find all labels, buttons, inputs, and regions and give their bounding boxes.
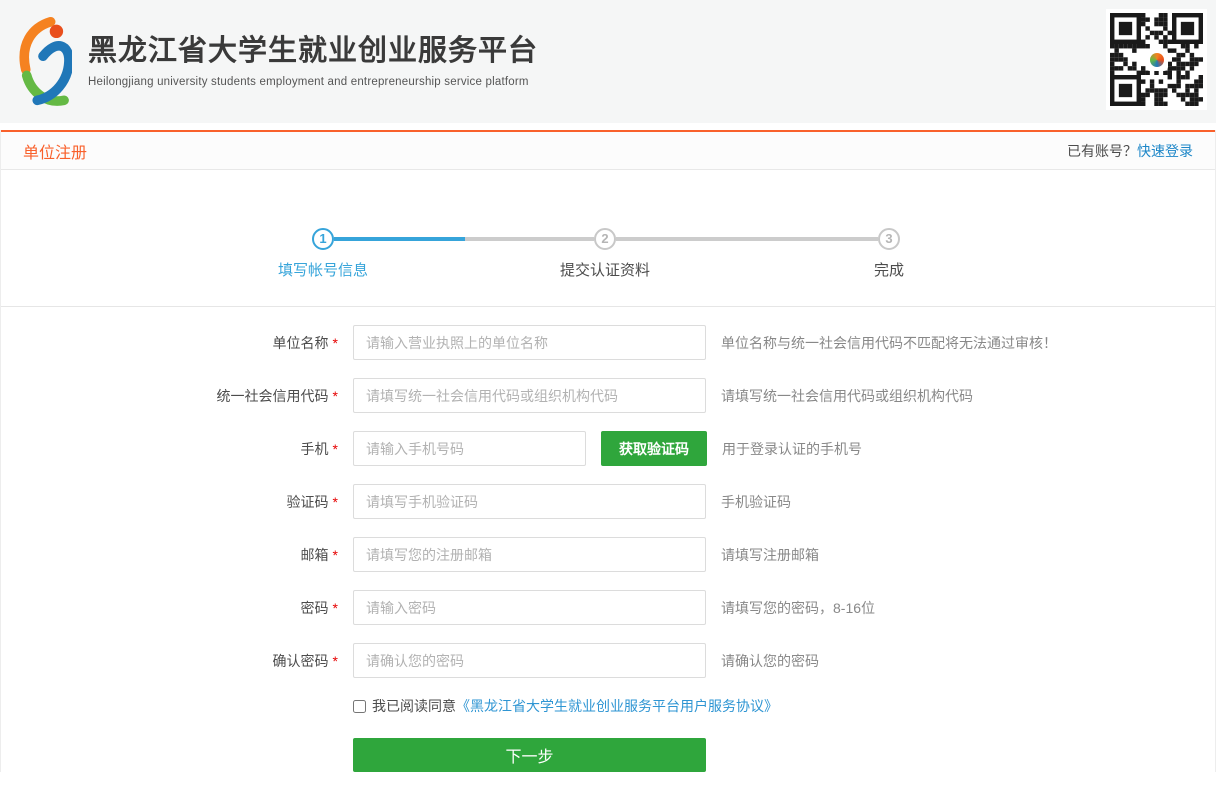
required-asterisk: * [333, 494, 338, 510]
step-2-circle: 2 [594, 228, 616, 250]
site-title: 黑龙江省大学生就业创业服务平台 [88, 35, 538, 68]
form-row-email: 邮箱* 请填写注册邮箱 [1, 537, 1215, 572]
field-hint: 手机验证码 [721, 492, 791, 512]
field-label: 邮箱* [1, 545, 338, 565]
field-hint: 请填写统一社会信用代码或组织机构代码 [721, 386, 973, 406]
have-account-text: 已有账号？ [1067, 143, 1137, 159]
main-content: 单位注册 已有账号？快速登录 1 填写帐号信息 2 提交认证资料 3 完成 [0, 130, 1216, 772]
company-name-input[interactable] [353, 325, 706, 360]
site-subtitle: Heilongjiang university students employm… [88, 76, 538, 88]
step-2-label: 提交认证资料 [525, 259, 685, 280]
step-indicator: 1 填写帐号信息 2 提交认证资料 3 完成 [1, 170, 1215, 307]
unit-registration-page: 黑龙江省大学生就业创业服务平台 Heilongjiang university … [0, 0, 1216, 797]
get-sms-code-button[interactable]: 获取验证码 [601, 431, 707, 466]
site-header: 黑龙江省大学生就业创业服务平台 Heilongjiang university … [0, 0, 1216, 123]
field-label: 手机* [1, 439, 338, 459]
agreement-link[interactable]: 《黑龙江省大学生就业创业服务平台用户服务协议》 [456, 696, 778, 716]
field-label: 密码* [1, 598, 338, 618]
field-label-text: 单位名称 [273, 335, 329, 351]
quick-login-link[interactable]: 快速登录 [1137, 143, 1193, 159]
agreement-text: 我已阅读同意 [372, 696, 456, 716]
login-area: 已有账号？快速登录 [1067, 141, 1193, 161]
registration-form: 单位名称* 单位名称与统一社会信用代码不匹配将无法通过审核！ 统一社会信用代码*… [1, 307, 1215, 772]
form-row-sms-code: 验证码* 手机验证码 [1, 484, 1215, 519]
field-hint: 请确认您的密码 [721, 651, 819, 671]
register-bar: 单位注册 已有账号？快速登录 [1, 130, 1215, 170]
sms-code-input[interactable] [353, 484, 706, 519]
form-row-company-name: 单位名称* 单位名称与统一社会信用代码不匹配将无法通过审核！ [1, 325, 1215, 360]
step-1-label: 填写帐号信息 [243, 259, 403, 280]
field-label-text: 验证码 [287, 494, 329, 510]
page-title: 单位注册 [23, 139, 87, 163]
field-label-text: 统一社会信用代码 [217, 388, 329, 404]
required-asterisk: * [333, 547, 338, 563]
qr-code [1106, 9, 1207, 110]
password-input[interactable] [353, 590, 706, 625]
field-label: 验证码* [1, 492, 338, 512]
field-hint: 请填写您的密码，8-16位 [721, 598, 875, 618]
credit-code-input[interactable] [353, 378, 706, 413]
field-label-text: 邮箱 [301, 547, 329, 563]
next-step-button[interactable]: 下一步 [353, 738, 706, 772]
step-3-circle: 3 [878, 228, 900, 250]
site-title-block: 黑龙江省大学生就业创业服务平台 Heilongjiang university … [88, 35, 538, 87]
agreement-row: 我已阅读同意 《黑龙江省大学生就业创业服务平台用户服务协议》 [353, 696, 1215, 716]
qr-center-logo [1146, 49, 1168, 71]
field-label-text: 确认密码 [273, 653, 329, 669]
field-hint: 请填写注册邮箱 [721, 545, 819, 565]
field-label-text: 手机 [301, 441, 329, 457]
form-row-confirm-password: 确认密码* 请确认您的密码 [1, 643, 1215, 678]
mobile-input[interactable] [353, 431, 586, 466]
step-3-label: 完成 [809, 259, 969, 280]
confirm-password-input[interactable] [353, 643, 706, 678]
required-asterisk: * [333, 388, 338, 404]
step-1-circle: 1 [312, 228, 334, 250]
required-asterisk: * [333, 600, 338, 616]
form-row-mobile: 手机* 获取验证码 用于登录认证的手机号 [1, 431, 1215, 466]
qr-pattern [1110, 13, 1203, 106]
step-1-fill-account-info: 1 填写帐号信息 [243, 228, 403, 280]
required-asterisk: * [333, 335, 338, 351]
field-hint: 用于登录认证的手机号 [722, 439, 862, 459]
field-hint: 单位名称与统一社会信用代码不匹配将无法通过审核！ [721, 333, 1057, 353]
step-3-complete: 3 完成 [809, 228, 969, 280]
field-label: 单位名称* [1, 333, 338, 353]
field-label: 确认密码* [1, 651, 338, 671]
email-input[interactable] [353, 537, 706, 572]
form-row-password: 密码* 请填写您的密码，8-16位 [1, 590, 1215, 625]
header-divider [0, 123, 1216, 130]
agreement-checkbox[interactable] [353, 700, 366, 713]
step-2-submit-certification: 2 提交认证资料 [525, 228, 685, 280]
field-label: 统一社会信用代码* [1, 386, 338, 406]
required-asterisk: * [333, 653, 338, 669]
required-asterisk: * [333, 441, 338, 457]
form-row-credit-code: 统一社会信用代码* 请填写统一社会信用代码或组织机构代码 [1, 378, 1215, 413]
platform-logo-icon [14, 16, 72, 108]
field-label-text: 密码 [301, 600, 329, 616]
